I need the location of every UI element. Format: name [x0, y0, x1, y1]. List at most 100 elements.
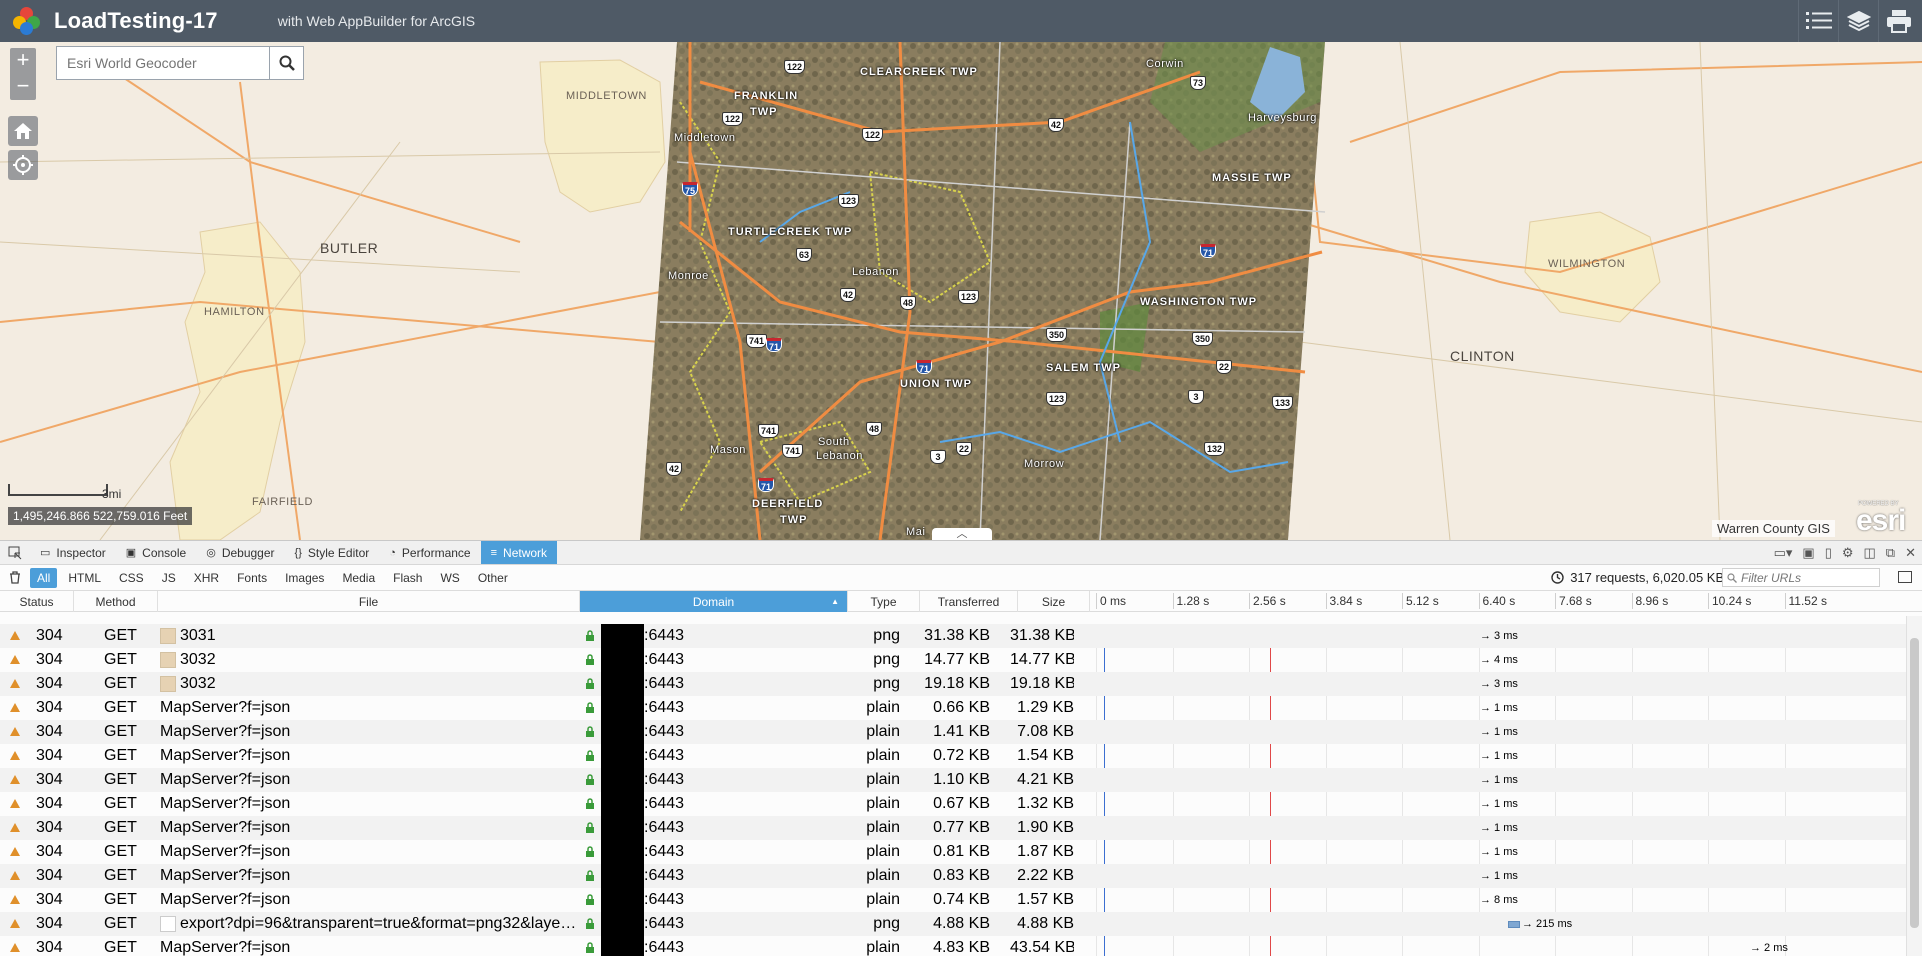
map-view[interactable]: MIDDLETOWN BUTLER HAMILTON FAIRFIELD WIL…: [0, 42, 1922, 540]
tab-inspector[interactable]: ▭ Inspector: [30, 541, 116, 564]
filter-css[interactable]: CSS: [112, 568, 151, 588]
request-row[interactable]: 304 GET export?dpi=96&transparent=true&for…: [0, 912, 1906, 936]
column-transferred[interactable]: Transferred: [920, 591, 1018, 612]
map-label-deerfield: DEERFIELD: [752, 498, 824, 510]
column-method[interactable]: Method: [74, 591, 158, 612]
request-domain: :6443: [644, 627, 685, 644]
scrollbar-thumb[interactable]: [1910, 638, 1919, 928]
sort-ascending-icon: ▲: [831, 597, 839, 606]
chevron-up-icon[interactable]: ︿: [932, 528, 992, 540]
request-row[interactable]: 304 GET MapServer?f=json:6443 plain 1.10 KB 4…: [0, 768, 1906, 792]
tab-network[interactable]: ≡ Network: [480, 541, 558, 564]
scale-bar-label: 3mi: [102, 487, 122, 501]
request-row[interactable]: 304 GET 3032:6443 png 14.77 KB 14.77 KB → 4 ms: [0, 648, 1906, 672]
request-row[interactable]: 304 GET MapServer?f=json:6443 plain 0.83 KB 2…: [0, 864, 1906, 888]
highway-shield-icon: 42: [1048, 118, 1065, 132]
highway-shield-icon: 71: [1200, 244, 1217, 258]
clear-button[interactable]: [0, 571, 30, 584]
column-domain-label: Domain: [692, 594, 735, 609]
column-size[interactable]: Size: [1018, 591, 1090, 612]
close-icon[interactable]: ✕: [1905, 545, 1916, 561]
highway-shield-icon: 3: [930, 450, 946, 464]
settings-icon[interactable]: ⚙: [1842, 545, 1854, 561]
highway-shield-icon: 132: [1204, 442, 1226, 456]
element-picker-button[interactable]: [0, 541, 30, 564]
dock-bottom-icon[interactable]: ▯: [1825, 545, 1832, 561]
request-transferred: 4.83 KB: [933, 939, 990, 956]
filter-urls-input[interactable]: [1741, 570, 1871, 585]
tab-debugger[interactable]: ◎ Debugger: [196, 541, 284, 564]
request-row[interactable]: 304 GET MapServer?f=json:6443 plain 0.81 KB 1…: [0, 840, 1906, 864]
highway-shield-icon: 71: [916, 360, 933, 374]
filter-other[interactable]: Other: [471, 568, 515, 588]
filter-ws[interactable]: WS: [433, 568, 466, 588]
tab-performance[interactable]: ◔ Performance: [379, 541, 480, 564]
filter-flash[interactable]: Flash: [386, 568, 429, 588]
map-label-washington-twp: WASHINGTON TWP: [1140, 296, 1258, 308]
request-row[interactable]: 304 GET MapServer?f=json:6443 plain 4.83 KB 4…: [0, 936, 1906, 956]
column-timeline[interactable]: 0 ms 1.28 s 2.56 s 3.84 s 5.12 s 6.40 s 7.68 s…: [1090, 591, 1920, 612]
network-column-headers: Status Method File Domain ▲ Type Transfe…: [0, 591, 1922, 612]
column-file[interactable]: File: [158, 591, 580, 612]
highway-shield-icon: 71: [766, 338, 783, 352]
layers-icon[interactable]: [1838, 0, 1878, 42]
request-file: MapServer?f=json: [160, 843, 291, 860]
request-file: export?dpi=96&transparent=true&format=pn…: [180, 915, 578, 932]
my-location-button[interactable]: [8, 150, 38, 180]
zoom-in-button[interactable]: +: [10, 48, 36, 74]
request-row[interactable]: 304 GET MapServer?f=json:6443 plain 0.66 KB 1…: [0, 696, 1906, 720]
style-editor-icon: {}: [294, 546, 302, 559]
responsive-mode-icon[interactable]: ▭▾: [1774, 545, 1793, 561]
search-button[interactable]: [269, 47, 303, 79]
search-input[interactable]: [57, 47, 269, 79]
request-timing: → 4 ms: [1480, 654, 1518, 666]
request-domain: :6443: [644, 699, 685, 716]
toggle-sidebar-icon[interactable]: [1898, 571, 1912, 583]
column-type[interactable]: Type: [848, 591, 920, 612]
undock-icon[interactable]: ⧉: [1886, 545, 1895, 561]
tab-label: Style Editor: [307, 545, 370, 560]
request-type: plain: [866, 699, 900, 716]
home-button[interactable]: [8, 116, 38, 146]
header-tools: [1798, 0, 1918, 42]
filter-all[interactable]: All: [30, 567, 58, 588]
column-domain[interactable]: Domain ▲: [580, 591, 848, 612]
filter-html[interactable]: HTML: [61, 568, 108, 588]
dock-side-icon[interactable]: ◫: [1864, 545, 1876, 561]
filter-js[interactable]: JS: [155, 568, 183, 588]
request-row[interactable]: 304 GET MapServer?f=json:6443 plain 1.41 KB 7…: [0, 720, 1906, 744]
filter-xhr[interactable]: XHR: [187, 568, 226, 588]
request-row[interactable]: 304 GET MapServer?f=json:6443 plain 0.77 KB 1…: [0, 816, 1906, 840]
request-domain: :6443: [644, 675, 685, 692]
image-thumbnail: [160, 916, 176, 932]
list-icon[interactable]: [1798, 0, 1838, 42]
request-row[interactable]: 304 GET MapServer?f=json:6443 plain 0.67 KB 1…: [0, 792, 1906, 816]
print-icon[interactable]: [1878, 0, 1918, 42]
search-icon: [279, 55, 295, 71]
request-status: 304: [36, 939, 63, 956]
warning-icon: [10, 751, 20, 760]
highway-shield-icon: 741: [782, 444, 804, 458]
zoom-out-button[interactable]: −: [10, 74, 36, 100]
request-row[interactable]: 304 GET 3032:6443 png 19.18 KB 19.18 KB → 3 ms: [0, 672, 1906, 696]
tab-console[interactable]: ▣ Console: [116, 541, 196, 564]
vertical-scrollbar[interactable]: [1906, 616, 1922, 956]
request-row[interactable]: 304 GET MapServer?f=json:6443 plain 0.72 KB 1…: [0, 744, 1906, 768]
map-label-deerfield-twp: TWP: [780, 514, 808, 526]
request-size: 1.32 KB: [1017, 795, 1074, 812]
column-status[interactable]: Status: [0, 591, 74, 612]
screenshot-icon[interactable]: ▣: [1802, 545, 1814, 561]
request-timing: → 1 ms: [1480, 774, 1518, 786]
filter-media[interactable]: Media: [335, 568, 382, 588]
filter-fonts[interactable]: Fonts: [230, 568, 274, 588]
tab-style-editor[interactable]: {} Style Editor: [285, 541, 380, 564]
map-label-lebanon: Lebanon: [852, 266, 900, 278]
highway-shield-icon: 22: [1216, 360, 1233, 374]
request-row[interactable]: 304 GET MapServer?f=json:6443 plain 0.74 KB 1…: [0, 888, 1906, 912]
request-status: 304: [36, 867, 63, 884]
request-row[interactable]: 304 GET 3031:6443 png 31.38 KB 31.38 KB → 3 ms: [0, 624, 1906, 648]
warning-icon: [10, 847, 20, 856]
filter-images[interactable]: Images: [278, 568, 331, 588]
tab-label: Inspector: [56, 545, 106, 560]
locate-icon: [13, 155, 33, 175]
